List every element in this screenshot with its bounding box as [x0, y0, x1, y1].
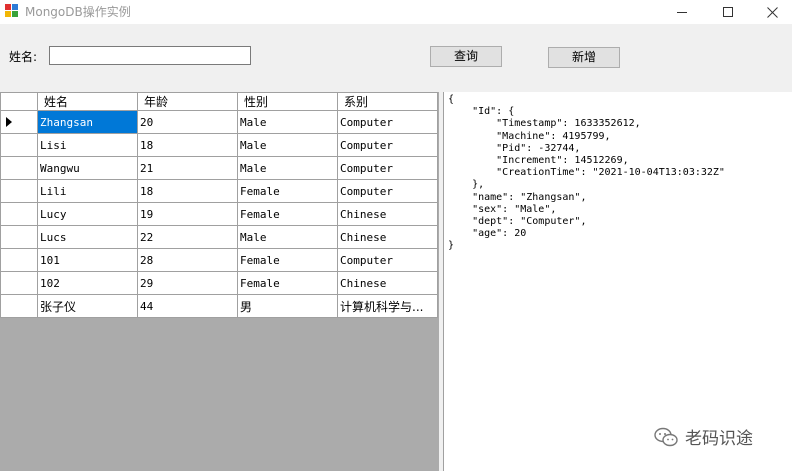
cell-name[interactable]: Zhangsan: [37, 110, 138, 134]
column-header-sex[interactable]: 性别: [237, 92, 338, 111]
cell-dept[interactable]: Computer: [337, 110, 438, 134]
close-icon: [766, 6, 778, 18]
cell-sex[interactable]: Female: [237, 202, 338, 226]
cell-age[interactable]: 21: [137, 156, 238, 180]
cell-name[interactable]: 102: [37, 271, 138, 295]
query-button[interactable]: 查询: [430, 46, 502, 67]
row-header[interactable]: [0, 179, 38, 203]
cell-dept[interactable]: Computer: [337, 179, 438, 203]
cell-dept[interactable]: Chinese: [337, 225, 438, 249]
row-header[interactable]: [0, 271, 38, 295]
cell-name[interactable]: Lucy: [37, 202, 138, 226]
cell-age[interactable]: 22: [137, 225, 238, 249]
cell-age[interactable]: 28: [137, 248, 238, 272]
row-header[interactable]: [0, 156, 38, 180]
cell-sex[interactable]: Male: [237, 133, 338, 157]
cell-dept[interactable]: Chinese: [337, 202, 438, 226]
cell-sex[interactable]: Male: [237, 110, 338, 134]
json-document-text: { "Id": { "Timestamp": 1633352612, "Mach…: [448, 94, 725, 252]
cell-sex[interactable]: Female: [237, 271, 338, 295]
maximize-button[interactable]: [705, 0, 751, 24]
table-row[interactable]: Zhangsan 20 Male Computer: [0, 110, 438, 134]
maximize-icon: [722, 6, 733, 17]
cell-name[interactable]: 张子仪: [37, 294, 138, 318]
cell-name[interactable]: Lucs: [37, 225, 138, 249]
cell-dept[interactable]: Computer: [337, 248, 438, 272]
cell-dept[interactable]: 计算机科学与...: [337, 294, 438, 318]
data-grid[interactable]: 姓名 年龄 性别 系别 Zhangsan 20 Male Computer Lisi 18…: [0, 92, 439, 471]
wechat-icon: [654, 427, 678, 446]
cell-name[interactable]: 101: [37, 248, 138, 272]
minimize-icon: [676, 11, 687, 13]
header-row: 姓名 年龄 性别 系别: [0, 92, 438, 111]
row-header[interactable]: [0, 248, 38, 272]
table-row[interactable]: Lucs 22 Male Chinese: [0, 225, 438, 249]
current-row-arrow-icon: [6, 117, 12, 127]
row-header[interactable]: [0, 294, 38, 318]
row-header-corner: [0, 92, 38, 111]
cell-age[interactable]: 18: [137, 179, 238, 203]
cell-age[interactable]: 44: [137, 294, 238, 318]
watermark: 老码识途: [653, 424, 753, 449]
cell-age[interactable]: 19: [137, 202, 238, 226]
cell-sex[interactable]: Male: [237, 225, 338, 249]
row-header[interactable]: [0, 110, 38, 134]
name-search-input[interactable]: [49, 46, 251, 65]
column-header-dept[interactable]: 系别: [337, 92, 438, 111]
table-row[interactable]: Lisi 18 Male Computer: [0, 133, 438, 157]
column-header-age[interactable]: 年龄: [137, 92, 238, 111]
students-table: 姓名 年龄 性别 系别 Zhangsan 20 Male Computer Lisi 18…: [0, 92, 438, 318]
cell-age[interactable]: 18: [137, 133, 238, 157]
cell-dept[interactable]: Chinese: [337, 271, 438, 295]
row-header[interactable]: [0, 202, 38, 226]
table-row[interactable]: 102 29 Female Chinese: [0, 271, 438, 295]
cell-dept[interactable]: Computer: [337, 156, 438, 180]
table-row[interactable]: 张子仪 44 男计算机科学与...: [0, 294, 438, 318]
watermark-text: 老码识途: [685, 429, 753, 449]
title-bar: MongoDB操作实例: [0, 0, 792, 24]
table-row[interactable]: Lili 18 Female Computer: [0, 179, 438, 203]
cell-name[interactable]: Lili: [37, 179, 138, 203]
add-button[interactable]: 新增: [548, 47, 620, 68]
close-button[interactable]: [749, 0, 792, 24]
table-row[interactable]: Wangwu 21 Male Computer: [0, 156, 438, 180]
name-label: 姓名:: [9, 50, 38, 64]
app-icon: [5, 4, 19, 18]
cell-sex[interactable]: Female: [237, 179, 338, 203]
cell-dept[interactable]: Computer: [337, 133, 438, 157]
cell-sex[interactable]: Female: [237, 248, 338, 272]
table-row[interactable]: Lucy 19 Female Chinese: [0, 202, 438, 226]
table-row[interactable]: 101 28 Female Computer: [0, 248, 438, 272]
window-title: MongoDB操作实例: [25, 5, 131, 19]
cell-name[interactable]: Wangwu: [37, 156, 138, 180]
minimize-button[interactable]: [659, 0, 705, 24]
row-header[interactable]: [0, 133, 38, 157]
cell-sex[interactable]: 男: [237, 294, 338, 318]
json-detail-panel[interactable]: { "Id": { "Timestamp": 1633352612, "Mach…: [443, 92, 792, 471]
cell-age[interactable]: 29: [137, 271, 238, 295]
cell-age[interactable]: 20: [137, 110, 238, 134]
row-header[interactable]: [0, 225, 38, 249]
cell-sex[interactable]: Male: [237, 156, 338, 180]
column-header-name[interactable]: 姓名: [37, 92, 138, 111]
cell-name[interactable]: Lisi: [37, 133, 138, 157]
